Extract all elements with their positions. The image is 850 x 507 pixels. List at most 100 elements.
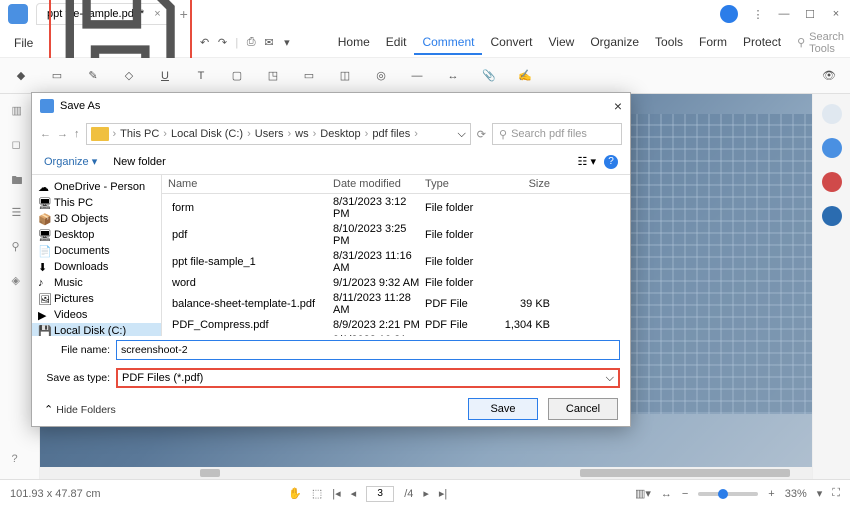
breadcrumb[interactable]: › This PC›Local Disk (C:)›Users›ws›Deskt… — [86, 123, 471, 145]
first-page-icon[interactable]: |◂ — [332, 487, 340, 500]
zoom-out-icon[interactable]: − — [682, 488, 688, 500]
view-comments-icon[interactable]: 👁 — [818, 65, 840, 87]
col-name[interactable]: Name — [168, 178, 333, 190]
nav-up-icon[interactable]: ↑ — [74, 128, 80, 140]
share-icon[interactable] — [822, 104, 842, 124]
distance-icon[interactable]: ↔ — [442, 65, 464, 87]
close-window-icon[interactable]: × — [830, 8, 842, 20]
bookmark-icon[interactable]: ◻ — [12, 138, 28, 154]
prev-page-icon[interactable]: ◂ — [351, 487, 357, 500]
search-panel-icon[interactable]: ⚲ — [12, 240, 28, 256]
nav-forward-icon[interactable]: → — [57, 128, 68, 140]
list-item[interactable]: ppt file-sample_18/31/2023 11:16 AMFile … — [162, 248, 630, 275]
breadcrumb-item[interactable]: Desktop — [320, 128, 360, 140]
filetype-select[interactable]: PDF Files (*.pdf) ⌵ — [116, 368, 620, 388]
organize-button[interactable]: Organize ▾ — [44, 155, 97, 168]
breadcrumb-item[interactable]: ws — [295, 128, 308, 140]
dialog-search-input[interactable]: ⚲ Search pdf files — [492, 123, 622, 145]
underline-icon[interactable]: U — [154, 65, 176, 87]
menu-convert[interactable]: Convert — [482, 31, 540, 55]
tree-item[interactable]: 💾Local Disk (C:) — [32, 323, 161, 336]
dialog-close-icon[interactable]: × — [614, 98, 622, 114]
fit-width-icon[interactable]: ↔ — [661, 488, 672, 500]
filename-input[interactable] — [116, 340, 620, 360]
list-header[interactable]: Name Date modified Type Size — [162, 175, 630, 194]
nav-back-icon[interactable]: ← — [40, 128, 51, 140]
file-menu[interactable]: File — [6, 32, 41, 54]
undo-icon[interactable]: ↶ — [200, 32, 210, 54]
menu-edit[interactable]: Edit — [378, 31, 415, 55]
fit-icon[interactable]: ⬚ — [312, 487, 322, 500]
next-page-icon[interactable]: ▸ — [423, 487, 429, 500]
text-icon[interactable]: T — [190, 65, 212, 87]
callout-icon[interactable]: ◳ — [262, 65, 284, 87]
list-item[interactable]: balance-sheet-template-1.pdf8/11/2023 11… — [162, 290, 630, 317]
tree-item[interactable]: 📦3D Objects — [32, 211, 161, 227]
hide-folders-toggle[interactable]: ⌃ Hide Folders — [44, 403, 116, 416]
page-input[interactable] — [366, 486, 394, 502]
pencil-icon[interactable]: ✎ — [82, 65, 104, 87]
print-icon[interactable]: ⎙ — [246, 32, 256, 54]
list-item[interactable]: form8/31/2023 3:12 PMFile folder — [162, 194, 630, 221]
help-icon[interactable]: ? — [12, 453, 28, 469]
ai-icon[interactable] — [822, 138, 842, 158]
dropdown-icon[interactable]: ▾ — [282, 32, 292, 54]
tool-icon-2[interactable] — [822, 206, 842, 226]
tree-item[interactable]: ▶Videos — [32, 307, 161, 323]
tree-item[interactable]: 🖼Pictures — [32, 291, 161, 307]
layout-icon[interactable]: ▥▾ — [635, 487, 651, 500]
area-icon[interactable]: ◫ — [334, 65, 356, 87]
rect-icon[interactable]: ▭ — [298, 65, 320, 87]
search-tools[interactable]: ⚲ Search Tools — [797, 31, 844, 55]
stamp-icon[interactable]: ◎ — [370, 65, 392, 87]
menu-organize[interactable]: Organize — [582, 31, 647, 55]
sign-icon[interactable]: ✍ — [514, 65, 536, 87]
col-size[interactable]: Size — [500, 178, 550, 190]
minimize-icon[interactable]: — — [778, 8, 790, 20]
maximize-icon[interactable]: ☐ — [804, 8, 816, 21]
mail-icon[interactable]: ✉ — [264, 32, 274, 54]
tool-icon-1[interactable] — [822, 172, 842, 192]
zoom-slider[interactable] — [698, 492, 758, 496]
menu-protect[interactable]: Protect — [735, 31, 789, 55]
breadcrumb-item[interactable]: This PC — [120, 128, 159, 140]
refresh-icon[interactable]: ⟳ — [477, 128, 486, 141]
redo-icon[interactable]: ↷ — [218, 32, 228, 54]
breadcrumb-item[interactable]: pdf files — [372, 128, 410, 140]
menu-tools[interactable]: Tools — [647, 31, 691, 55]
hand-tool-icon[interactable]: ✋ — [288, 487, 302, 500]
tree-item[interactable]: ⬇Downloads — [32, 259, 161, 275]
horizontal-scrollbar[interactable] — [40, 467, 812, 479]
list-item[interactable]: word9/1/2023 9:32 AMFile folder — [162, 275, 630, 290]
menu-view[interactable]: View — [541, 31, 583, 55]
help-icon[interactable]: ? — [604, 155, 618, 169]
attachments-icon[interactable]: 🖿 — [12, 172, 28, 188]
save-button[interactable]: Save — [468, 398, 538, 420]
menu-home[interactable]: Home — [330, 31, 378, 55]
note-icon[interactable]: ▭ — [46, 65, 68, 87]
menu-form[interactable]: Form — [691, 31, 735, 55]
col-type[interactable]: Type — [425, 178, 500, 190]
more-icon[interactable]: ⋮ — [752, 8, 764, 21]
last-page-icon[interactable]: ▸| — [439, 487, 447, 500]
col-date[interactable]: Date modified — [333, 178, 425, 190]
eraser-icon[interactable]: ◇ — [118, 65, 140, 87]
folder-tree[interactable]: ☁OneDrive - Person🖥This PC📦3D Objects🖥De… — [32, 175, 162, 336]
breadcrumb-item[interactable]: Local Disk (C:) — [171, 128, 243, 140]
breadcrumb-item[interactable]: Users — [255, 128, 284, 140]
highlight-icon[interactable]: ◆ — [10, 65, 32, 87]
comments-panel-icon[interactable]: ☰ — [12, 206, 28, 222]
cancel-button[interactable]: Cancel — [548, 398, 618, 420]
tree-item[interactable]: ♪Music — [32, 275, 161, 291]
textbox-icon[interactable]: ▢ — [226, 65, 248, 87]
list-item[interactable]: PDF_Compress.pdf8/9/2023 2:21 PMPDF File… — [162, 317, 630, 332]
menu-comment[interactable]: Comment — [414, 31, 482, 55]
view-options-icon[interactable]: ☷ ▾ — [578, 155, 596, 168]
new-folder-button[interactable]: New folder — [113, 156, 166, 168]
tree-item[interactable]: 🖥This PC — [32, 195, 161, 211]
user-avatar[interactable] — [720, 5, 738, 23]
zoom-in-icon[interactable]: + — [768, 488, 774, 500]
tree-item[interactable]: 🖥Desktop — [32, 227, 161, 243]
layers-icon[interactable]: ◈ — [12, 274, 28, 290]
attach-icon[interactable]: 📎 — [478, 65, 500, 87]
